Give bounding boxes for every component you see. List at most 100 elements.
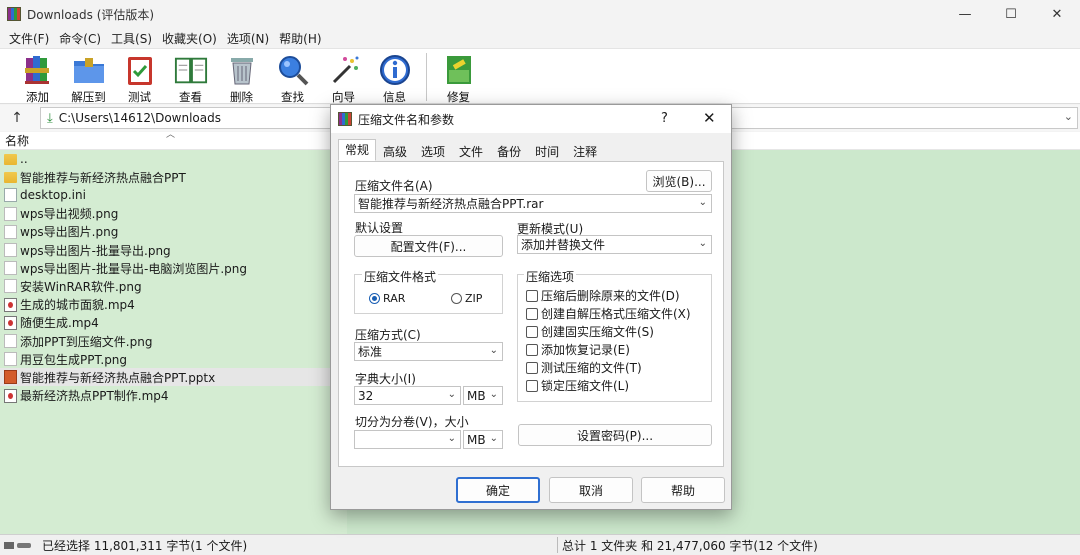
cancel-button[interactable]: 取消 <box>549 477 633 503</box>
minimize-button[interactable]: — <box>942 0 988 28</box>
add-label: 添加 <box>26 90 49 104</box>
create-sfx-label: 创建自解压格式压缩文件(X) <box>541 307 691 321</box>
status-bar: 已经选择 11,801,311 字节(1 个文件) 总计 1 文件夹 和 21,… <box>0 534 1080 555</box>
split-unit-combo[interactable]: MB ⌄ <box>463 430 503 449</box>
menu-help[interactable]: 帮助(H) <box>274 30 326 47</box>
update-mode-combo[interactable]: 添加并替换文件 ⌄ <box>517 235 712 254</box>
status-total: 总计 1 文件夹 和 21,477,060 字节(12 个文件) <box>562 538 818 553</box>
split-volumes-combo[interactable]: ⌄ <box>354 430 461 449</box>
delete-button[interactable]: 删除 <box>216 49 267 105</box>
file-row[interactable]: wps导出图片.png <box>0 223 347 241</box>
radio-selected-icon <box>369 293 380 304</box>
set-password-button[interactable]: 设置密码(P)... <box>518 424 712 446</box>
key-icon <box>17 542 31 548</box>
tab-files[interactable]: 文件 <box>452 141 490 161</box>
tab-advanced[interactable]: 高级 <box>376 141 414 161</box>
up-folder-button[interactable]: ↑ <box>0 105 34 131</box>
recovery-record-checkbox[interactable]: 添加恢复记录(E) <box>526 341 630 358</box>
checkbox-unchecked-icon <box>526 325 538 338</box>
menu-commands[interactable]: 命令(C) <box>54 30 106 47</box>
file-name: 安装WinRAR软件.png <box>20 279 142 294</box>
trash-icon <box>225 53 259 87</box>
file-row[interactable]: wps导出视频.png <box>0 205 347 223</box>
folder-icon <box>4 153 17 165</box>
file-row[interactable]: 添加PPT到压缩文件.png <box>0 332 347 350</box>
default-settings-label: 默认设置 <box>355 221 404 235</box>
profiles-button[interactable]: 配置文件(F)... <box>354 235 503 257</box>
tab-comment[interactable]: 注释 <box>566 141 604 161</box>
maximize-button[interactable]: ☐ <box>988 0 1034 28</box>
create-solid-checkbox[interactable]: 创建固实压缩文件(S) <box>526 323 654 340</box>
file-row[interactable]: wps导出图片-批量导出-电脑浏览图片.png <box>0 259 347 277</box>
dictionary-unit-combo[interactable]: MB ⌄ <box>463 386 503 405</box>
repair-label: 修复 <box>447 90 470 104</box>
menu-favorites[interactable]: 收藏夹(O) <box>157 30 222 47</box>
info-label: 信息 <box>383 90 406 104</box>
format-zip-radio[interactable]: ZIP <box>451 292 482 305</box>
clipboard-check-icon <box>123 53 157 87</box>
chevron-down-icon[interactable]: ⌄ <box>1064 110 1073 123</box>
menu-options[interactable]: 选项(N) <box>222 30 274 47</box>
file-row[interactable]: 最新经济热点PPT制作.mp4 <box>0 387 347 405</box>
tab-backup[interactable]: 备份 <box>490 141 528 161</box>
dialog-close-button[interactable]: ✕ <box>703 109 716 127</box>
find-button[interactable]: 查找 <box>267 49 318 105</box>
repair-button[interactable]: 修复 <box>433 49 484 105</box>
repair-icon <box>442 53 476 87</box>
file-name: 智能推荐与新经济热点融合PPT <box>20 170 186 185</box>
image-file-icon <box>4 334 17 348</box>
file-name: 智能推荐与新经济热点融合PPT.pptx <box>20 370 216 385</box>
recovery-record-label: 添加恢复记录(E) <box>541 343 630 357</box>
extract-to-button[interactable]: 解压到 <box>63 49 114 105</box>
ok-button[interactable]: 确定 <box>456 477 540 503</box>
help-button[interactable]: 帮助 <box>641 477 725 503</box>
extract-to-label: 解压到 <box>71 90 106 104</box>
video-file-icon <box>4 297 17 312</box>
file-row[interactable]: 安装WinRAR软件.png <box>0 277 347 295</box>
lock-archive-checkbox[interactable]: 锁定压缩文件(L) <box>526 377 629 394</box>
file-row[interactable]: 生成的城市面貌.mp4 <box>0 296 347 314</box>
tab-options[interactable]: 选项 <box>414 141 452 161</box>
file-row[interactable]: 智能推荐与新经济热点融合PPT.pptx <box>0 368 347 387</box>
file-row[interactable]: wps导出图片-批量导出.png <box>0 241 347 259</box>
test-button[interactable]: 测试 <box>114 49 165 105</box>
tab-time[interactable]: 时间 <box>528 141 566 161</box>
info-icon <box>378 53 412 87</box>
chevron-down-icon: ⌄ <box>489 345 498 356</box>
chevron-down-icon: ⌄ <box>698 238 707 249</box>
archive-name-combo[interactable]: 智能推荐与新经济热点融合PPT.rar ⌄ <box>354 194 712 213</box>
create-sfx-checkbox[interactable]: 创建自解压格式压缩文件(X) <box>526 305 691 322</box>
toolbar: 添加 解压到 测试 查看 删除 查找 向导 信息 修复 <box>0 48 1080 104</box>
close-button[interactable]: ✕ <box>1034 0 1080 28</box>
file-row[interactable]: 用豆包生成PPT.png <box>0 350 347 368</box>
delete-after-checkbox[interactable]: 压缩后删除原来的文件(D) <box>526 287 680 304</box>
file-row[interactable]: desktop.ini <box>0 186 347 204</box>
checkbox-unchecked-icon <box>526 289 538 302</box>
update-mode-value: 添加并替换文件 <box>521 238 606 252</box>
add-button[interactable]: 添加 <box>12 49 63 105</box>
file-name: 随便生成.mp4 <box>20 316 99 331</box>
file-row[interactable]: 智能推荐与新经济热点融合PPT <box>0 168 347 186</box>
menu-tools[interactable]: 工具(S) <box>106 30 157 47</box>
window-controls: — ☐ ✕ <box>942 0 1080 28</box>
dialog-help-button[interactable]: ? <box>661 111 668 126</box>
file-row[interactable]: .. <box>0 150 347 168</box>
split-volumes-label: 切分为分卷(V)，大小 <box>355 415 469 429</box>
format-rar-radio[interactable]: RAR <box>369 292 405 305</box>
browse-button[interactable]: 浏览(B)... <box>646 170 712 192</box>
chevron-down-icon: ⌄ <box>447 389 456 400</box>
books-add-icon <box>21 53 55 87</box>
menu-file[interactable]: 文件(F) <box>4 30 54 47</box>
dictionary-size-combo[interactable]: 32 ⌄ <box>354 386 461 405</box>
test-files-checkbox[interactable]: 测试压缩的文件(T) <box>526 359 642 376</box>
compression-method-combo[interactable]: 标准 ⌄ <box>354 342 503 361</box>
file-name: 添加PPT到压缩文件.png <box>20 334 153 349</box>
delete-after-label: 压缩后删除原来的文件(D) <box>541 289 680 303</box>
info-button[interactable]: 信息 <box>369 49 420 105</box>
tab-general[interactable]: 常规 <box>338 139 377 161</box>
wizard-button[interactable]: 向导 <box>318 49 369 105</box>
winrar-dialog-icon <box>338 112 352 126</box>
view-button[interactable]: 查看 <box>165 49 216 105</box>
delete-label: 删除 <box>230 90 253 104</box>
file-row[interactable]: 随便生成.mp4 <box>0 314 347 332</box>
